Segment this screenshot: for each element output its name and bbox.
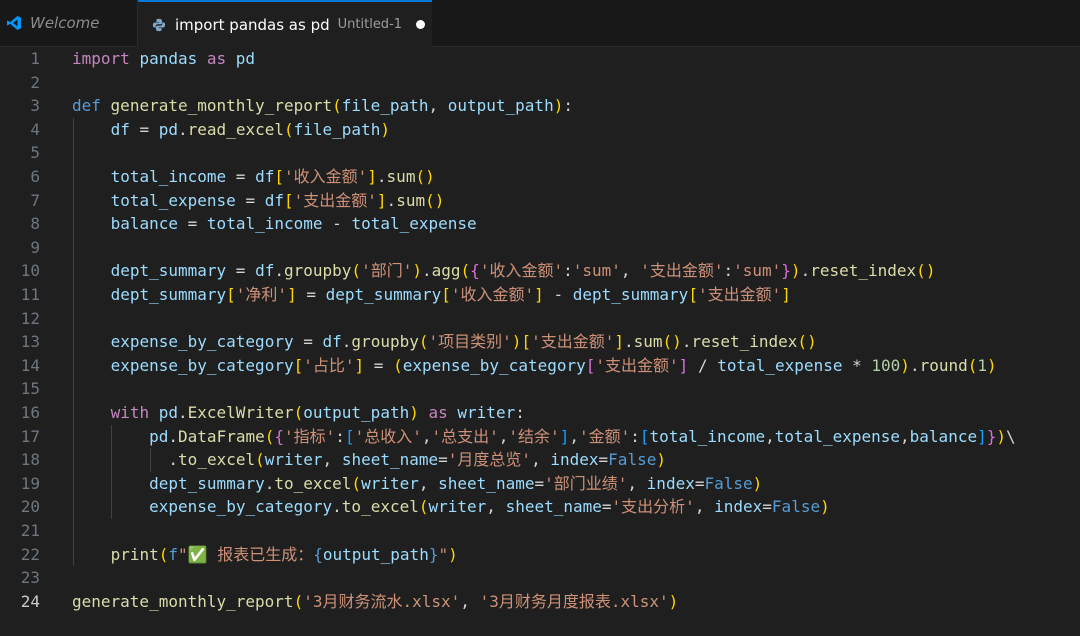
code-line[interactable]: 8 balance = total_income - total_expense bbox=[0, 212, 1080, 236]
code-text: expense_by_category = df.groupby('项目类别')… bbox=[110, 332, 817, 352]
line-number: 18 bbox=[20, 450, 40, 470]
indent-guide bbox=[150, 448, 151, 472]
line-number: 3 bbox=[30, 96, 40, 116]
code-line[interactable]: 22 print(f"✅ 报表已生成：{output_path}") bbox=[0, 543, 1080, 567]
tab-untitled-1[interactable]: import pandas as pd Untitled-1 bbox=[138, 0, 432, 47]
code-editor[interactable]: 1 import pandas as pd 2 3 def generate_month… bbox=[0, 47, 1080, 636]
code-line[interactable]: 9 bbox=[0, 236, 1080, 260]
code-text: dept_summary = df.groupby('部门').agg({'收入… bbox=[110, 261, 936, 281]
code-line[interactable]: 12 bbox=[0, 307, 1080, 331]
python-file-icon bbox=[152, 18, 166, 31]
code-text: total_expense = df['支出金额'].sum() bbox=[110, 190, 445, 210]
unsaved-dot-icon[interactable] bbox=[416, 20, 426, 29]
code-line[interactable]: 6 total_income = df['收入金额'].sum() bbox=[0, 165, 1080, 189]
code-text: def generate_monthly_report(file_path, o… bbox=[72, 96, 573, 116]
code-line[interactable]: 15 bbox=[0, 377, 1080, 401]
indent-guide bbox=[73, 117, 74, 567]
code-line[interactable]: 20 expense_by_category.to_excel(writer, … bbox=[0, 495, 1080, 519]
code-line[interactable]: 11 dept_summary['净利'] = dept_summary['收入… bbox=[0, 283, 1080, 307]
editor-tab-bar: Welcome import pandas as pd Untitled-1 bbox=[0, 0, 1080, 47]
code-line[interactable]: 24 generate_monthly_report('3月财务流水.xlsx',… bbox=[0, 590, 1080, 614]
line-number: 8 bbox=[30, 214, 40, 234]
code-line[interactable]: 18 .to_excel(writer, sheet_name='月度总览', … bbox=[0, 448, 1080, 472]
code-text: generate_monthly_report('3月财务流水.xlsx', '… bbox=[72, 591, 679, 611]
code-line[interactable]: 1 import pandas as pd bbox=[0, 47, 1080, 71]
code-line[interactable]: 13 expense_by_category = df.groupby('项目类… bbox=[0, 330, 1080, 354]
code-text: pd.DataFrame({'指标':['总收入','总支出','结余'],'金… bbox=[149, 426, 1016, 446]
code-line[interactable]: 19 dept_summary.to_excel(writer, sheet_n… bbox=[0, 472, 1080, 496]
tab-description: Untitled-1 bbox=[337, 17, 403, 32]
code-text: balance = total_income - total_expense bbox=[110, 214, 477, 234]
line-number: 6 bbox=[30, 167, 40, 186]
line-number: 24 bbox=[20, 591, 40, 611]
code-line[interactable]: 3 def generate_monthly_report(file_path, … bbox=[0, 94, 1080, 118]
code-text: print(f"✅ 报表已生成：{output_path}") bbox=[110, 544, 458, 564]
line-number: 14 bbox=[20, 355, 40, 375]
code-text: df = pd.read_excel(file_path) bbox=[110, 119, 390, 139]
line-number: 22 bbox=[20, 544, 40, 564]
code-text: import pandas as pd bbox=[72, 49, 256, 68]
line-number: 5 bbox=[30, 143, 40, 163]
line-number: 2 bbox=[30, 72, 40, 92]
code-text: expense_by_category.to_excel(writer, she… bbox=[149, 497, 830, 517]
line-number: 19 bbox=[20, 473, 40, 493]
tab-welcome[interactable]: Welcome bbox=[0, 0, 138, 46]
code-line[interactable]: 21 bbox=[0, 519, 1080, 543]
indent-guide bbox=[111, 424, 112, 519]
code-line[interactable]: 16 with pd.ExcelWriter(output_path) as w… bbox=[0, 401, 1080, 425]
line-number: 20 bbox=[20, 497, 40, 517]
line-number: 11 bbox=[20, 285, 40, 304]
line-number: 13 bbox=[20, 332, 40, 352]
code-line[interactable]: 7 total_expense = df['支出金额'].sum() bbox=[0, 189, 1080, 213]
code-text: dept_summary['净利'] = dept_summary['收入金额'… bbox=[110, 285, 791, 304]
code-text: total_income = df['收入金额'].sum() bbox=[110, 167, 435, 186]
line-number: 4 bbox=[30, 119, 40, 139]
line-number: 9 bbox=[30, 237, 40, 257]
line-number: 7 bbox=[30, 190, 40, 210]
tab-welcome-label: Welcome bbox=[30, 14, 100, 32]
line-number: 17 bbox=[20, 426, 40, 446]
code-text: expense_by_category['占比'] = (expense_by_… bbox=[110, 355, 997, 375]
vscode-logo-icon bbox=[7, 16, 21, 30]
code-text: dept_summary.to_excel(writer, sheet_name… bbox=[149, 473, 763, 493]
code-line[interactable]: 4 df = pd.read_excel(file_path) bbox=[0, 118, 1080, 142]
code-line[interactable]: 17 pd.DataFrame({'指标':['总收入','总支出','结余']… bbox=[0, 425, 1080, 449]
code-line[interactable]: 2 bbox=[0, 71, 1080, 95]
line-number: 23 bbox=[20, 568, 40, 588]
line-number: 15 bbox=[20, 379, 40, 399]
code-line[interactable]: 14 expense_by_category['占比'] = (expense_… bbox=[0, 354, 1080, 378]
code-text: .to_excel(writer, sheet_name='月度总览', ind… bbox=[168, 450, 666, 470]
code-line[interactable]: 10 dept_summary = df.groupby('部门').agg({… bbox=[0, 259, 1080, 283]
line-number: 21 bbox=[20, 521, 40, 540]
code-line[interactable]: 23 bbox=[0, 566, 1080, 590]
code-line[interactable]: 5 bbox=[0, 141, 1080, 165]
line-number: 12 bbox=[20, 308, 40, 328]
tab-title: import pandas as pd bbox=[175, 15, 330, 34]
line-number: 10 bbox=[20, 261, 40, 281]
line-number: 1 bbox=[30, 49, 40, 68]
code-text: with pd.ExcelWriter(output_path) as writ… bbox=[110, 403, 525, 422]
line-number: 16 bbox=[20, 403, 40, 422]
